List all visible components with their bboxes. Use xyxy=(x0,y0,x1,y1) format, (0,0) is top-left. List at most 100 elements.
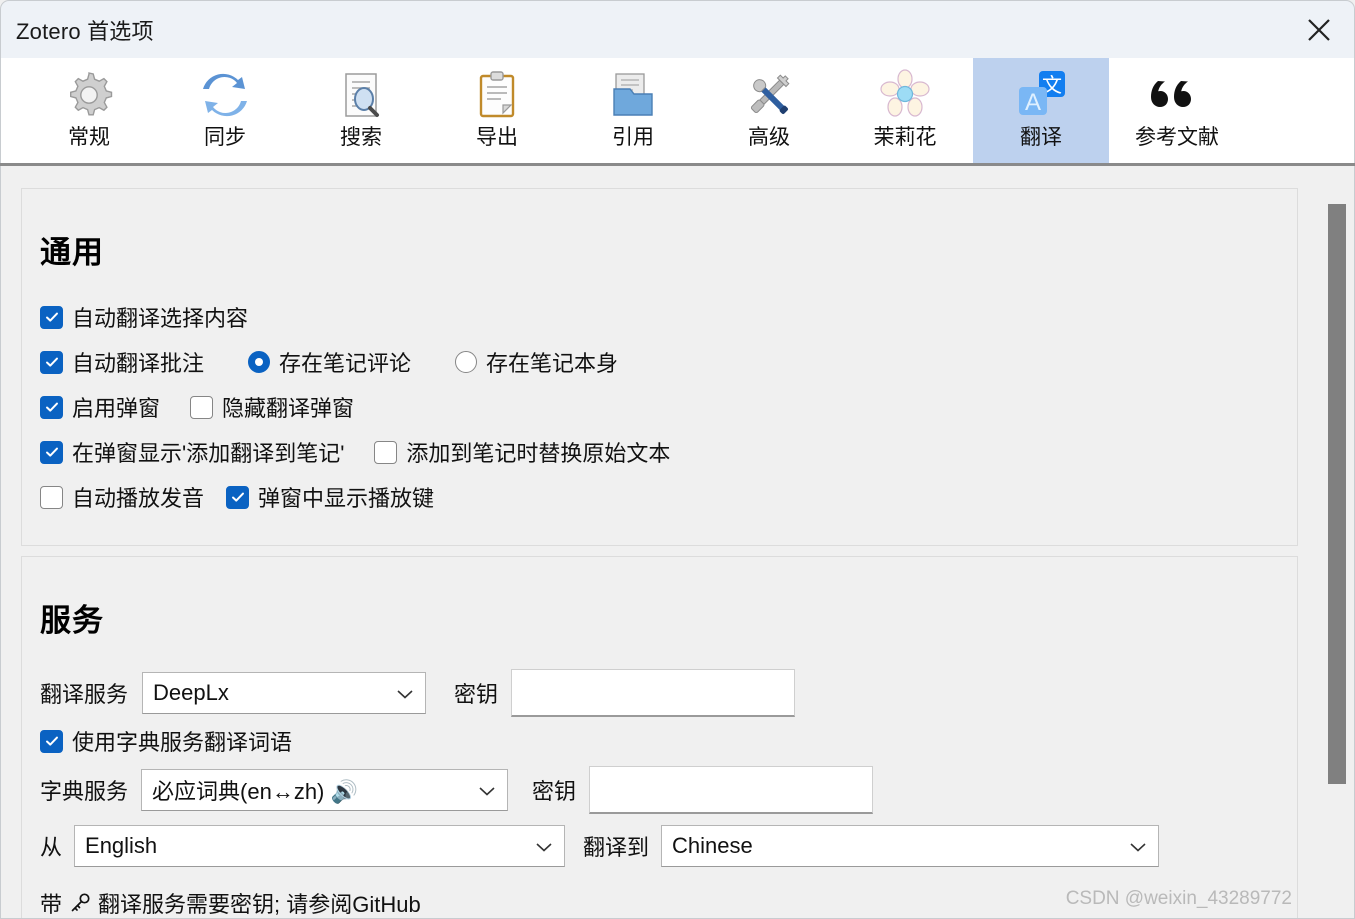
checkbox-box xyxy=(40,485,63,509)
tab-translate-label: 翻译 xyxy=(1020,126,1062,149)
preferences-content: 通用 自动翻译选择内容 自动翻译批注 存在笔记评论 存在笔记本身 启用弹窗 隐藏… xyxy=(0,166,1355,919)
row-auto-translate-annotation: 自动翻译批注 存在笔记评论 存在笔记本身 xyxy=(40,345,1297,379)
chevron-down-icon xyxy=(478,777,496,803)
tab-cite-label: 引用 xyxy=(612,126,654,149)
quote-icon xyxy=(1148,66,1206,124)
to-language-select[interactable]: Chinese xyxy=(661,825,1160,867)
general-section: 通用 自动翻译选择内容 自动翻译批注 存在笔记评论 存在笔记本身 启用弹窗 隐藏… xyxy=(21,188,1298,546)
tab-export[interactable]: 导出 xyxy=(429,58,565,163)
checkbox-replace-original-text[interactable]: 添加到笔记时替换原始文本 xyxy=(374,436,670,468)
gear-icon xyxy=(60,66,118,124)
folder-docs-icon xyxy=(604,66,662,124)
checkbox-box xyxy=(40,395,63,419)
translate-secret-label: 密钥 xyxy=(454,682,499,707)
tab-advanced-label: 高级 xyxy=(748,126,790,149)
row-dictionary-service: 字典服务 必应词典(en↔zh) 🔊 密钥 xyxy=(40,765,1297,815)
dictionary-service-select[interactable]: 必应词典(en↔zh) 🔊 xyxy=(141,769,509,811)
checkbox-enable-popup[interactable]: 启用弹窗 xyxy=(40,391,160,423)
service-section-title: 服务 xyxy=(40,603,104,638)
checkbox-label: 隐藏翻译弹窗 xyxy=(222,396,355,421)
search-doc-icon xyxy=(332,66,390,124)
checkbox-box xyxy=(40,305,63,329)
translate-secret-input[interactable] xyxy=(511,669,796,717)
row-popup: 启用弹窗 隐藏翻译弹窗 xyxy=(40,390,1297,424)
sync-icon xyxy=(196,66,254,124)
dictionary-secret-label: 密钥 xyxy=(532,779,577,804)
chevron-down-icon xyxy=(535,833,553,859)
close-button[interactable] xyxy=(1284,1,1354,59)
checkbox-box xyxy=(40,440,63,464)
checkbox-box xyxy=(40,350,63,374)
from-language-select[interactable]: English xyxy=(74,825,566,867)
checkbox-auto-play-audio[interactable]: 自动播放发音 xyxy=(40,481,204,513)
window-title: Zotero 首选项 xyxy=(16,18,154,44)
svg-text:A: A xyxy=(1025,89,1041,116)
tab-jasmine-label: 茉莉花 xyxy=(873,126,937,149)
checkbox-box xyxy=(40,729,63,753)
tab-cite[interactable]: 引用 xyxy=(565,58,701,163)
service-section: 服务 翻译服务 DeepLx 密钥 使用字典服务翻译词语 字典服务 必应词典(e… xyxy=(21,556,1298,918)
scrollbar-thumb[interactable] xyxy=(1328,204,1346,784)
radio-circle xyxy=(248,351,271,373)
clipboard-icon xyxy=(468,66,526,124)
checkbox-label: 启用弹窗 xyxy=(72,396,161,421)
radio-dot xyxy=(255,358,264,366)
tab-general[interactable]: 常规 xyxy=(21,58,157,163)
tab-bibliography-label: 参考文献 xyxy=(1135,126,1219,149)
checkbox-box xyxy=(226,485,250,509)
checkbox-auto-translate-annotation[interactable]: 自动翻译批注 xyxy=(40,346,204,378)
tab-translate[interactable]: 文 A 翻译 xyxy=(973,58,1109,163)
tab-jasmine[interactable]: 茉莉花 xyxy=(837,58,973,163)
translate-service-select[interactable]: DeepLx xyxy=(142,672,427,714)
chevron-down-icon xyxy=(396,680,414,706)
dictionary-service-label: 字典服务 xyxy=(40,779,129,804)
checkbox-label: 弹窗中显示播放键 xyxy=(258,486,435,511)
key-icon xyxy=(68,891,92,915)
translate-service-label: 翻译服务 xyxy=(40,682,129,707)
checkbox-box xyxy=(190,395,214,419)
from-label: 从 xyxy=(40,835,63,860)
checkbox-label: 自动翻译选择内容 xyxy=(72,306,249,331)
checkbox-label: 使用字典服务翻译词语 xyxy=(72,730,293,755)
checkbox-use-dictionary[interactable]: 使用字典服务翻译词语 xyxy=(40,725,292,757)
radio-circle xyxy=(455,351,478,373)
general-options: 自动翻译选择内容 自动翻译批注 存在笔记评论 存在笔记本身 启用弹窗 隐藏翻译弹… xyxy=(40,300,1297,514)
radio-note-comment[interactable]: 存在笔记评论 xyxy=(248,346,411,378)
tab-search-label: 搜索 xyxy=(340,126,382,149)
checkbox-label: 自动翻译批注 xyxy=(72,351,205,376)
checkbox-label: 自动播放发音 xyxy=(72,486,205,511)
tab-advanced[interactable]: 高级 xyxy=(701,58,837,163)
translate-icon: 文 A xyxy=(1012,66,1070,124)
close-icon xyxy=(1303,14,1335,46)
checkbox-show-add-to-note[interactable]: 在弹窗显示'添加翻译到笔记' xyxy=(40,436,344,468)
watermark: CSDN @weixin_43289772 xyxy=(1065,888,1292,909)
service-options: 翻译服务 DeepLx 密钥 使用字典服务翻译词语 字典服务 必应词典(en↔z… xyxy=(40,668,1297,871)
checkbox-label: 在弹窗显示'添加翻译到笔记' xyxy=(72,441,345,466)
tab-sync-label: 同步 xyxy=(204,126,246,149)
row-auto-translate-selection: 自动翻译选择内容 xyxy=(40,300,1297,334)
checkbox-show-play-button[interactable]: 弹窗中显示播放键 xyxy=(226,481,434,513)
flower-icon xyxy=(876,66,934,124)
tab-search[interactable]: 搜索 xyxy=(293,58,429,163)
row-translate-service: 翻译服务 DeepLx 密钥 xyxy=(40,668,1297,718)
note-text: 翻译服务需要密钥; 请参阅GitHub xyxy=(98,892,421,917)
dictionary-secret-input[interactable] xyxy=(589,766,874,814)
tab-export-label: 导出 xyxy=(476,126,518,149)
to-label: 翻译到 xyxy=(583,835,650,860)
tab-sync[interactable]: 同步 xyxy=(157,58,293,163)
dictionary-service-value: 必应词典(en↔zh) 🔊 xyxy=(152,779,358,804)
checkbox-hide-translate-popup[interactable]: 隐藏翻译弹窗 xyxy=(190,391,354,423)
radio-note-itself[interactable]: 存在笔记本身 xyxy=(455,346,618,378)
chevron-down-icon xyxy=(1129,833,1147,859)
row-use-dictionary: 使用字典服务翻译词语 xyxy=(40,724,1297,758)
preferences-tabbar: 常规 同步 搜索 导出 引用 高级 茉莉花 文 A 翻译 参考文献 xyxy=(0,58,1355,163)
checkbox-label: 添加到笔记时替换原始文本 xyxy=(406,441,671,466)
checkbox-auto-translate-selection[interactable]: 自动翻译选择内容 xyxy=(40,301,248,333)
note-prefix: 带 xyxy=(40,892,63,917)
tab-bibliography[interactable]: 参考文献 xyxy=(1109,58,1245,163)
general-section-title: 通用 xyxy=(40,235,104,270)
title-bar: Zotero 首选项 xyxy=(0,0,1355,58)
radio-label: 存在笔记评论 xyxy=(279,351,412,376)
tools-icon xyxy=(740,66,798,124)
translate-service-value: DeepLx xyxy=(153,680,229,705)
